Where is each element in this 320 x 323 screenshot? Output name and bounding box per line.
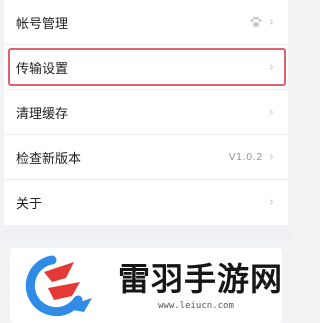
chevron-right-icon: › — [268, 14, 274, 30]
brand-logo — [25, 255, 92, 317]
chevron-right-icon: › — [268, 104, 274, 120]
settings-item-transfer[interactable]: 传输设置 › — [4, 45, 288, 90]
settings-item-label: 关于 — [16, 197, 43, 212]
watermark-url: www.leiucn.com — [158, 301, 234, 311]
watermark-banner: 雷羽手游网 www.leiucn.com — [10, 248, 282, 323]
settings-item-label: 传输设置 — [16, 61, 69, 77]
settings-item-label: 帐号管理 — [16, 16, 69, 32]
settings-item-label: 清理缓存 — [16, 106, 69, 122]
section-divider — [0, 230, 292, 240]
settings-item-clear-cache[interactable]: 清理缓存 › — [4, 90, 288, 135]
settings-item-label: 检查新版本 — [16, 151, 82, 167]
paw-icon — [250, 16, 262, 27]
settings-item-account[interactable]: 帐号管理 › — [4, 0, 288, 45]
settings-item-about[interactable]: 关于 › — [4, 180, 288, 225]
chevron-right-icon: › — [268, 149, 274, 165]
settings-list: 帐号管理 › 传输设置 › 清理缓存 › 检查新版本 V1.0.2 › 关于 › — [4, 0, 288, 225]
chevron-right-icon: › — [268, 195, 274, 210]
settings-item-check-update[interactable]: 检查新版本 V1.0.2 › — [4, 135, 288, 180]
version-value: V1.0.2 — [228, 151, 263, 163]
watermark-brand: 雷羽手游网 — [118, 260, 284, 298]
chevron-right-icon: › — [268, 59, 274, 75]
